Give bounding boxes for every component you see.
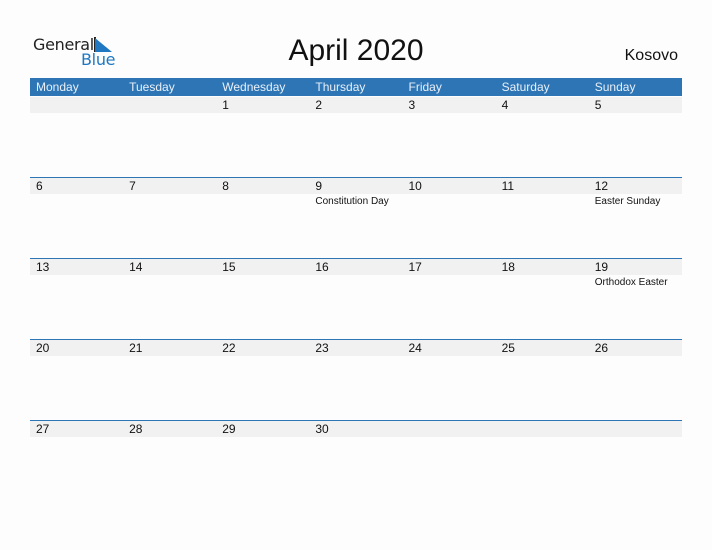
weekday-thursday: Thursday	[315, 80, 366, 94]
weekday-monday: Monday	[36, 80, 79, 94]
day-number: 18	[501, 260, 515, 274]
week-row: 20 21 22 23 24 25 26	[30, 339, 682, 420]
week-row: 27 28 29 30	[30, 420, 682, 501]
holiday-label: Easter Sunday	[594, 196, 661, 207]
day-number: 12	[594, 179, 609, 193]
day-cell: 17	[403, 259, 496, 289]
weekday-saturday: Saturday	[501, 80, 550, 94]
day-cell: 26	[589, 340, 682, 357]
weekday-header: Monday Tuesday Wednesday Thursday Friday…	[30, 78, 682, 96]
week-row: 1 2 3 4 5	[30, 96, 682, 177]
day-number: 14	[129, 260, 143, 274]
day-cell: 13	[30, 259, 123, 289]
day-number: 15	[222, 260, 236, 274]
day-cell: 8	[216, 178, 309, 208]
day-number: 3	[408, 98, 416, 112]
day-cell: 20	[30, 340, 123, 357]
day-cell	[403, 421, 496, 438]
day-number: 30	[315, 422, 329, 436]
day-number: 10	[408, 179, 422, 193]
weekday-tuesday: Tuesday	[129, 80, 175, 94]
day-number: 5	[594, 98, 602, 112]
day-cell: 15	[216, 259, 309, 289]
country-label: Kosovo	[624, 47, 678, 64]
day-cell: 1	[216, 97, 309, 114]
day-cell	[30, 97, 123, 114]
day-number: 26	[594, 341, 609, 355]
week-row: 13 14 15 16 17 18 19 Orthodox Easter	[30, 258, 682, 339]
day-cell: 23	[309, 340, 402, 357]
day-number	[36, 97, 123, 113]
weekday-sunday: Sunday	[594, 80, 636, 94]
day-number: 22	[222, 341, 236, 355]
holiday-label: Constitution Day	[315, 196, 389, 207]
week-row: 6 7 8 9 Constitution Day 10 11 12 Easter Sunday	[30, 177, 682, 258]
day-number: 28	[129, 422, 143, 436]
day-number: 6	[36, 179, 43, 193]
day-cell: 16	[309, 259, 402, 289]
day-number: 4	[501, 98, 509, 112]
day-cell	[123, 97, 216, 114]
day-cell: 30	[309, 421, 402, 438]
day-number: 29	[222, 422, 236, 436]
day-number: 23	[315, 341, 329, 355]
weekday-wednesday: Wednesday	[222, 80, 286, 94]
day-number: 25	[501, 341, 515, 355]
day-cell: 9 Constitution Day	[309, 178, 402, 208]
day-number	[595, 421, 682, 437]
day-cell: 4	[496, 97, 589, 114]
day-cell: 11	[496, 178, 589, 208]
day-number: 19	[594, 260, 609, 274]
calendar-title: April 2020	[288, 34, 424, 67]
day-number: 27	[36, 422, 50, 436]
day-number: 8	[222, 179, 229, 193]
day-cell: 12 Easter Sunday	[589, 178, 682, 208]
day-number	[129, 97, 216, 113]
day-cell: 25	[496, 340, 589, 357]
day-number: 17	[408, 260, 422, 274]
day-cell: 5	[589, 97, 682, 114]
day-number: 20	[36, 341, 50, 355]
day-number: 2	[315, 98, 323, 112]
day-cell: 28	[123, 421, 216, 438]
holiday-label: Orthodox Easter	[594, 277, 668, 288]
day-number	[502, 421, 589, 437]
day-cell: 19 Orthodox Easter	[589, 259, 682, 289]
day-cell: 7	[123, 178, 216, 208]
day-number: 7	[129, 179, 136, 193]
day-cell: 27	[30, 421, 123, 438]
day-number: 21	[129, 341, 143, 355]
day-number	[409, 421, 496, 437]
day-cell: 21	[123, 340, 216, 357]
day-number: 24	[408, 341, 422, 355]
day-cell: 6	[30, 178, 123, 208]
day-number: 11	[501, 179, 515, 193]
day-cell: 29	[216, 421, 309, 438]
day-cell: 14	[123, 259, 216, 289]
day-cell: 10	[403, 178, 496, 208]
day-cell: 3	[403, 97, 496, 114]
day-cell: 22	[216, 340, 309, 357]
day-number: 1	[222, 98, 229, 112]
day-cell	[496, 421, 589, 438]
day-number: 16	[315, 260, 329, 274]
day-cell: 24	[403, 340, 496, 357]
day-number: 9	[315, 179, 323, 193]
weekday-friday: Friday	[408, 80, 442, 94]
day-cell: 18	[496, 259, 589, 289]
day-number: 13	[36, 260, 50, 274]
day-cell	[589, 421, 682, 438]
day-cell: 2	[309, 97, 402, 114]
